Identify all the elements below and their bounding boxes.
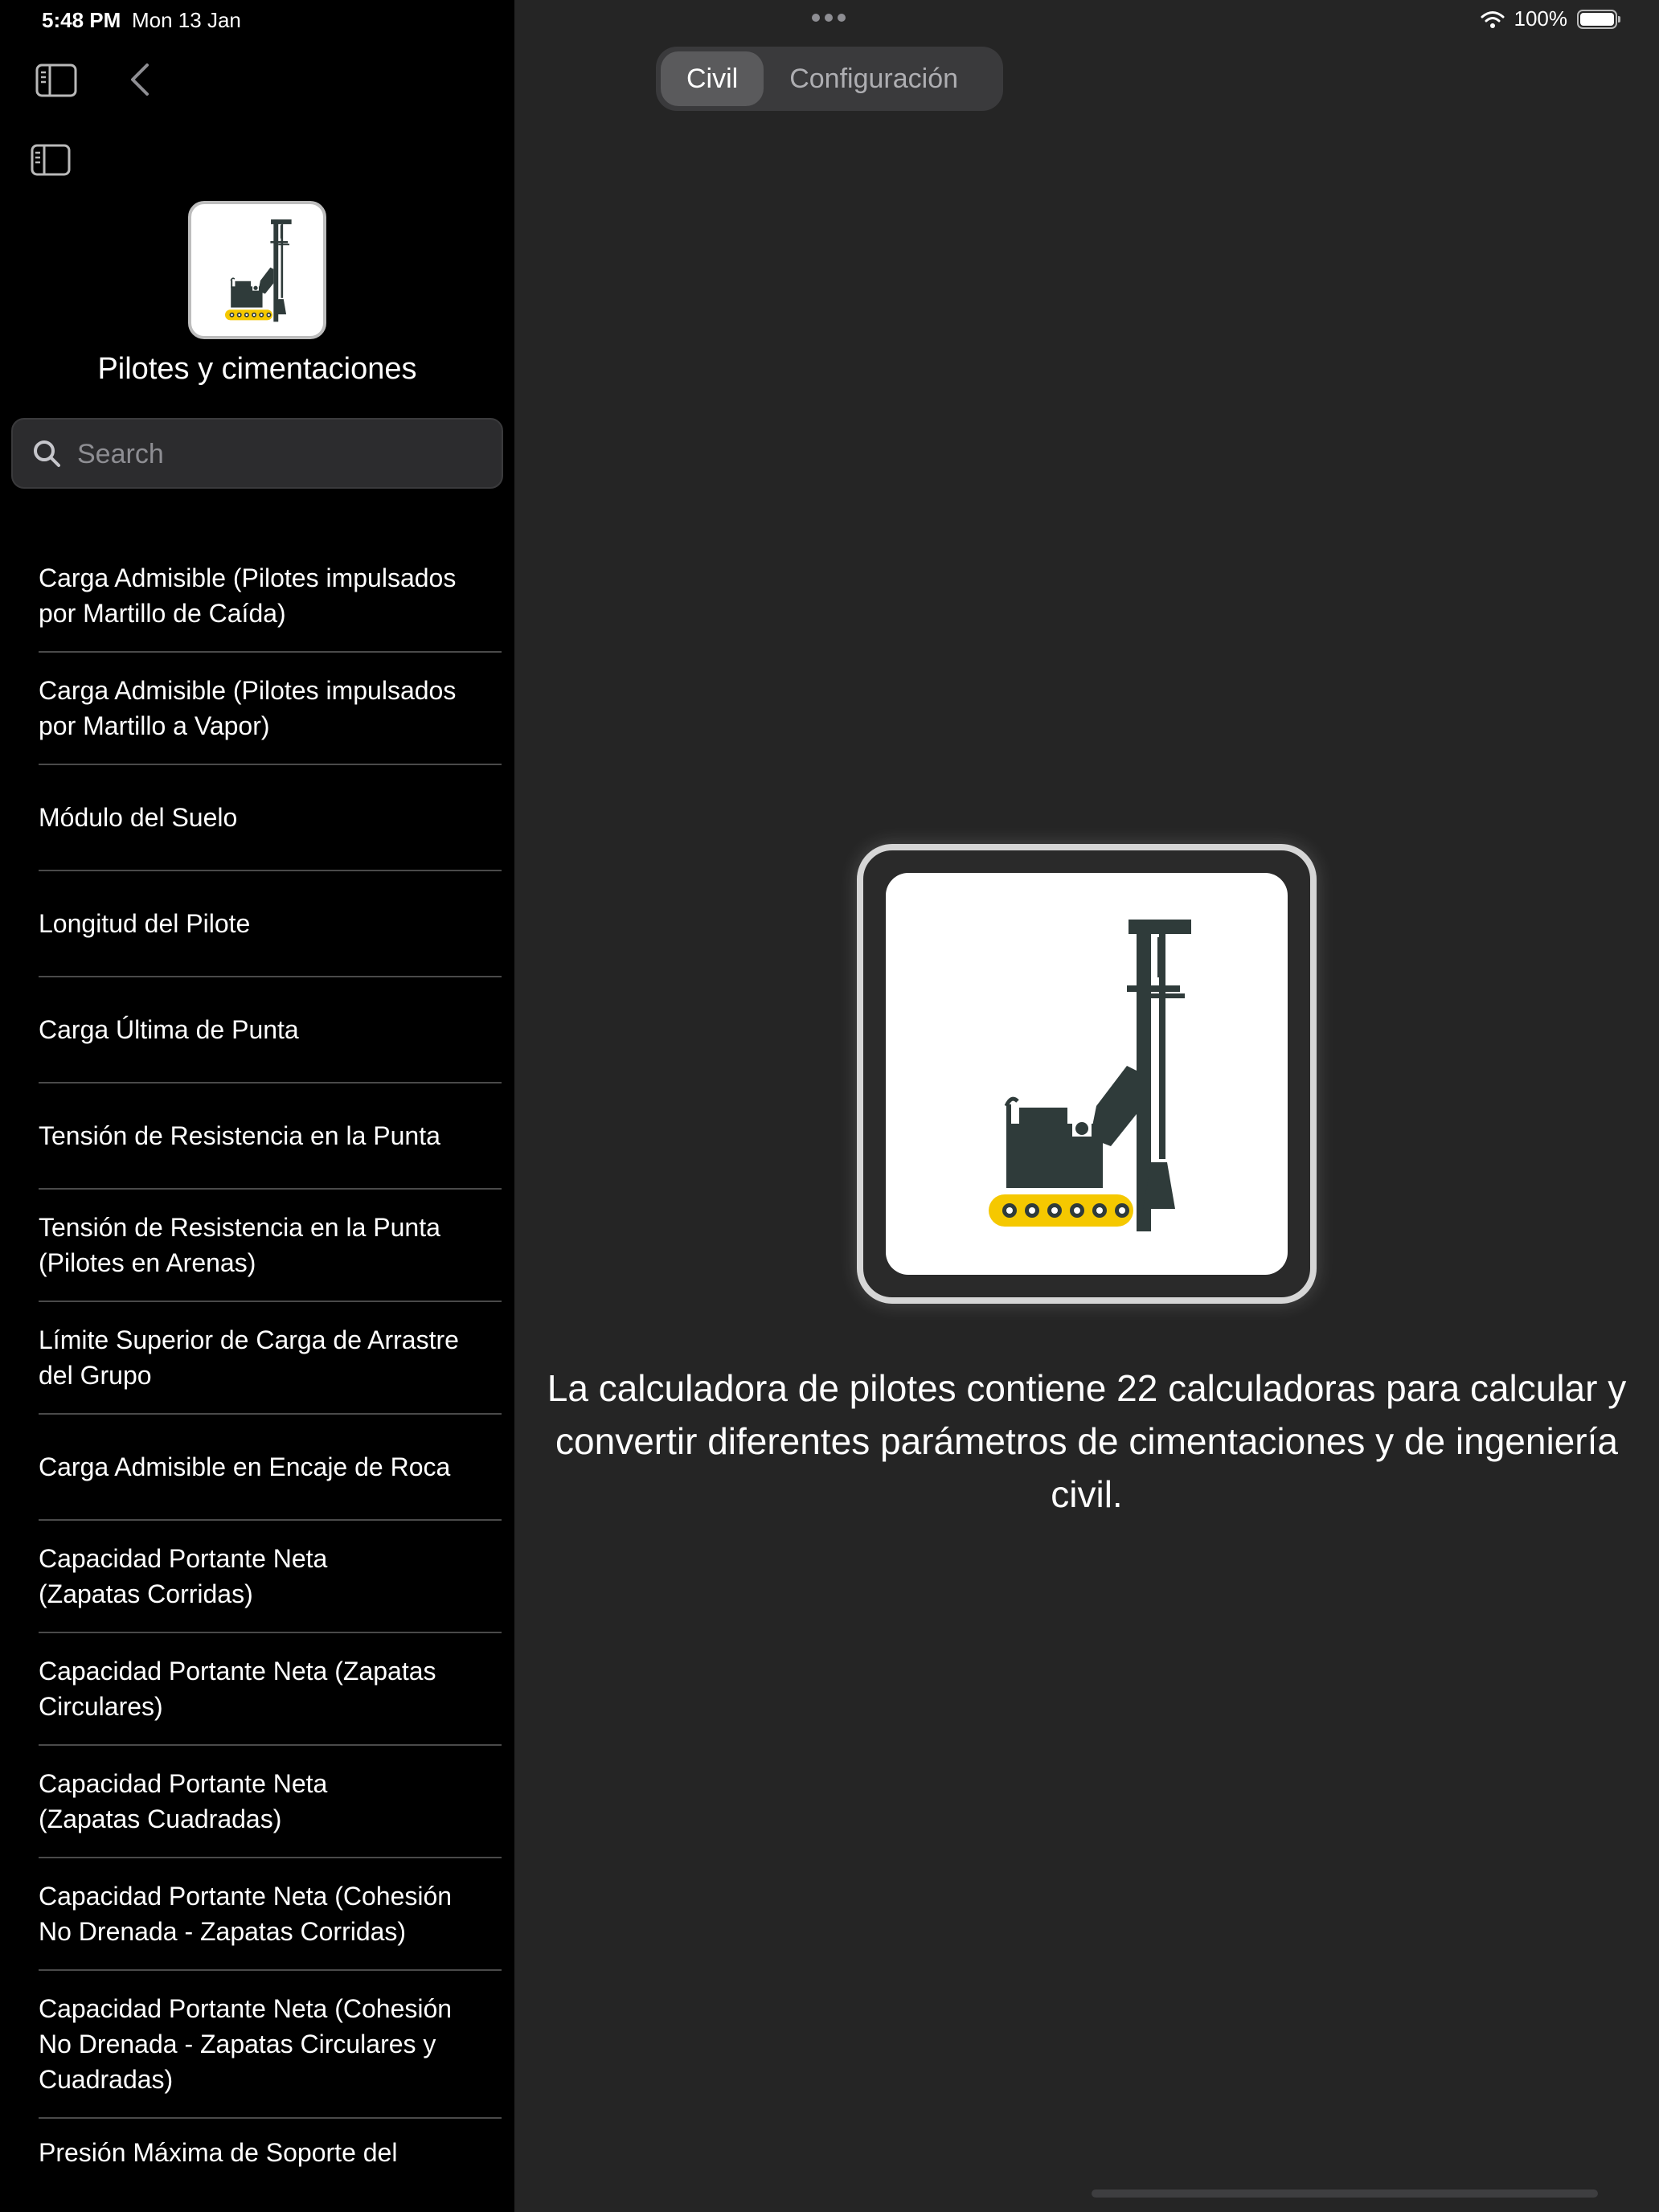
list-item[interactable]: Carga Admisible (Pilotes impulsados por … (39, 540, 502, 653)
calculator-list: Carga Admisible (Pilotes impulsados por … (0, 540, 514, 2212)
tab-civil[interactable]: Civil (661, 51, 764, 106)
list-item-label: Presión Máxima de Soporte del (39, 2138, 398, 2167)
list-item[interactable]: Carga Admisible (Pilotes impulsados por … (39, 653, 502, 765)
list-item[interactable]: Tensión de Resistencia en la Punta (39, 1083, 502, 1190)
list-item[interactable]: Capacidad Portante Neta (Zapatas Corrida… (39, 1521, 502, 1633)
search-bar[interactable] (11, 418, 503, 489)
list-item[interactable]: Carga Última de Punta (39, 977, 502, 1083)
sidebar-toggle-button[interactable] (34, 63, 79, 98)
list-item[interactable]: Capacidad Portante Neta (Zapatas Circula… (39, 1633, 502, 1746)
status-date: Mon 13 Jan (132, 8, 241, 32)
battery-level (1580, 12, 1614, 26)
sidebar-icon (35, 63, 77, 97)
list-item[interactable]: Capacidad Portante Neta (Cohesión No Dre… (39, 1858, 502, 1971)
sidebar: Pilotes y cimentaciones Carga Admisible … (0, 0, 514, 2212)
sidebar-icon (31, 144, 71, 176)
list-item-label: Carga Última de Punta (39, 1015, 299, 1044)
tab-configuracion[interactable]: Configuración (764, 51, 984, 106)
app-logo (188, 201, 326, 339)
list-item[interactable]: Presión Máxima de Soporte del (39, 2119, 502, 2212)
status-indicators: 100% (1481, 6, 1620, 31)
pile-driver-icon (989, 920, 1191, 1231)
back-button[interactable] (125, 59, 154, 100)
list-item-label: Límite Superior de Carga de Arrastre del… (39, 1325, 459, 1390)
battery-tip (1618, 15, 1620, 23)
list-item-label: Capacidad Portante Neta (Zapatas Circula… (39, 1657, 436, 1721)
pile-driver-icon (224, 219, 292, 322)
status-bar: 5:48 PM Mon 13 Jan 100% (0, 0, 1659, 39)
screen: Pilotes y cimentaciones Carga Admisible … (0, 0, 1659, 2212)
chevron-left-icon (131, 63, 149, 96)
search-input[interactable] (76, 420, 497, 489)
ellipsis-icon[interactable] (810, 10, 847, 26)
list-item-label: Carga Admisible en Encaje de Roca (39, 1452, 451, 1481)
battery-icon (1577, 9, 1620, 29)
list-item[interactable]: Tensión de Resistencia en la Punta (Pilo… (39, 1190, 502, 1302)
battery-percent: 100% (1514, 6, 1568, 31)
list-item-label: Tensión de Resistencia en la Punta (39, 1121, 440, 1150)
list-item-label: Longitud del Pilote (39, 909, 251, 938)
status-time: 5:48 PM (42, 8, 121, 32)
list-item-label: Capacidad Portante Neta (Zapatas Cuadrad… (39, 1769, 328, 1833)
app-description: La calculadora de pilotes contiene 22 ca… (547, 1367, 1627, 1515)
sidebar-title: Pilotes y cimentaciones (97, 352, 417, 386)
list-item[interactable]: Longitud del Pilote (39, 871, 502, 977)
list-item-label: Módulo del Suelo (39, 803, 238, 832)
secondary-sidebar-toggle-button[interactable] (29, 143, 72, 177)
list-item[interactable]: Módulo del Suelo (39, 765, 502, 871)
main-content: Civil Configuración La calculadora de pi… (514, 0, 1659, 2212)
list-item-label: Capacidad Portante Neta (Cohesión No Dre… (39, 1994, 453, 2094)
segmented-control: Civil Configuración (656, 47, 1003, 111)
list-item[interactable]: Límite Superior de Carga de Arrastre del… (39, 1302, 502, 1415)
list-item-label: Carga Admisible (Pilotes impulsados por … (39, 563, 457, 628)
magnifying-glass-icon (34, 440, 60, 467)
wifi-icon (1481, 10, 1504, 28)
hero-icon-canvas (886, 873, 1288, 1275)
list-item[interactable]: Capacidad Portante Neta (Zapatas Cuadrad… (39, 1746, 502, 1858)
list-item[interactable]: Carga Admisible en Encaje de Roca (39, 1415, 502, 1521)
hero-app-icon (857, 844, 1317, 1304)
list-item-label: Tensión de Resistencia en la Punta (Pilo… (39, 1213, 440, 1277)
list-item[interactable]: Capacidad Portante Neta (Cohesión No Dre… (39, 1971, 502, 2119)
list-item-label: Capacidad Portante Neta (Zapatas Corrida… (39, 1544, 328, 1608)
list-item-label: Capacidad Portante Neta (Cohesión No Dre… (39, 1882, 453, 1946)
list-item-label: Carga Admisible (Pilotes impulsados por … (39, 676, 457, 740)
home-indicator[interactable] (1092, 2189, 1598, 2198)
